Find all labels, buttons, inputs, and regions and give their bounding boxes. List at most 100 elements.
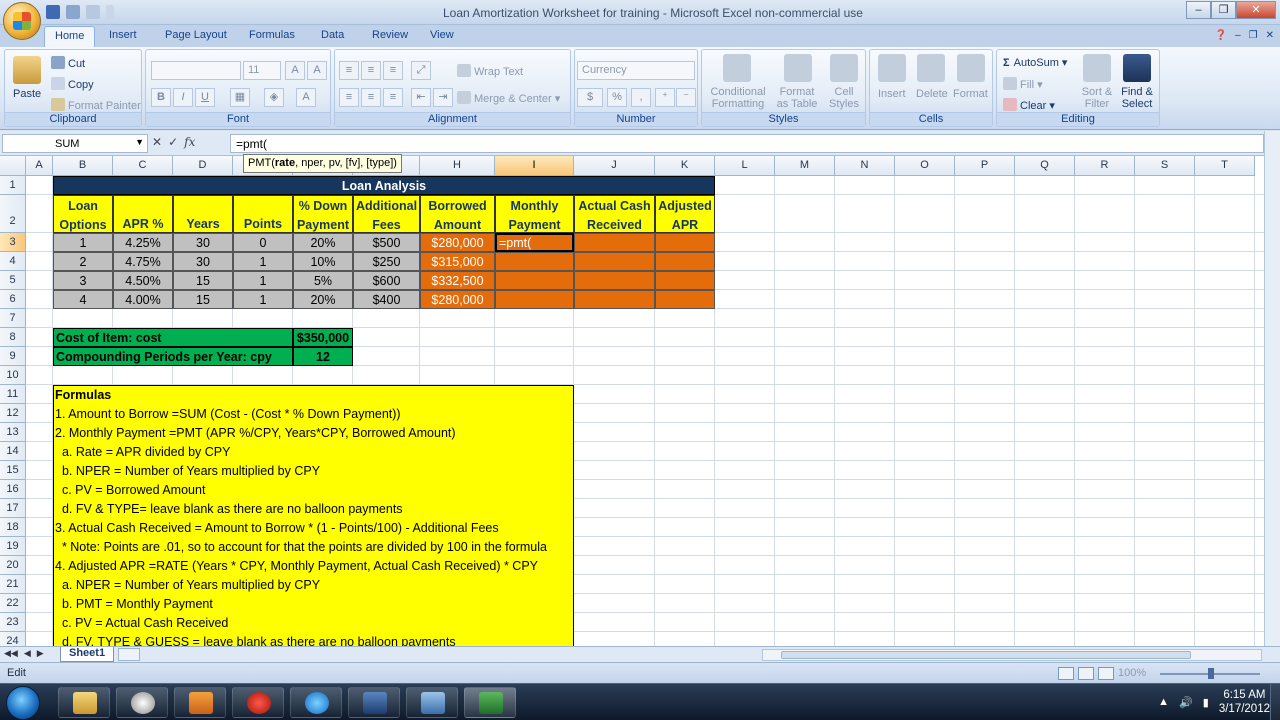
align-middle-button[interactable]: ≡	[361, 61, 381, 80]
network-tray-icon[interactable]: ▮	[1203, 696, 1209, 709]
align-left-button[interactable]: ≡	[339, 88, 359, 107]
fill-color-button[interactable]: ◈	[264, 88, 284, 107]
borders-button[interactable]: ▦	[230, 88, 250, 107]
conditional-formatting-button[interactable]: Conditional Formatting	[708, 86, 768, 110]
data-cell[interactable]: 4.00%	[113, 290, 173, 309]
row-header-14[interactable]: 14	[0, 442, 26, 461]
sheet-tab-sheet1[interactable]: Sheet1	[60, 647, 115, 662]
ribbon-minimize-icon[interactable]: –	[1235, 30, 1241, 41]
row-header-8[interactable]: 8	[0, 328, 26, 347]
enter-entry-icon[interactable]: ✓	[168, 135, 178, 149]
clock[interactable]: 6:15 AM 3/17/2012	[1219, 688, 1270, 716]
worksheet-grid[interactable]: ABCDEFGHIJKLMNOPQRST12345678910111213141…	[0, 156, 1264, 646]
ribbon-restore-icon[interactable]: ❐	[1249, 30, 1258, 41]
comma-button[interactable]: ,	[631, 88, 651, 107]
format-cells-button[interactable]: Format	[953, 88, 988, 100]
wrap-text-button[interactable]: Wrap Text	[457, 64, 523, 78]
format-as-table-icon[interactable]	[784, 54, 812, 82]
scroll-thumb[interactable]	[781, 651, 1191, 659]
taskbar-network[interactable]	[406, 687, 458, 718]
data-cell[interactable]: $280,000	[420, 290, 495, 309]
column-header-q[interactable]: Q	[1015, 156, 1075, 176]
data-cell[interactable]	[574, 271, 655, 290]
column-header-b[interactable]: B	[53, 156, 113, 176]
format-painter-button[interactable]: Format Painter	[51, 98, 141, 112]
italic-button[interactable]: I	[173, 88, 193, 107]
format-as-table-button[interactable]: Format as Table	[773, 86, 821, 110]
data-cell[interactable]: $250	[353, 252, 420, 271]
cancel-entry-icon[interactable]: ✕	[152, 135, 162, 149]
data-cell[interactable]: 15	[173, 271, 233, 290]
tab-page-layout[interactable]: Page Layout	[165, 29, 227, 41]
data-cell[interactable]	[655, 271, 715, 290]
data-cell[interactable]: 10%	[293, 252, 353, 271]
data-cell[interactable]	[495, 290, 574, 309]
align-bottom-button[interactable]: ≡	[383, 61, 403, 80]
data-cell[interactable]: 4	[53, 290, 113, 309]
tray-arrow-icon[interactable]: ▲	[1158, 696, 1169, 708]
row-header-3[interactable]: 3	[0, 233, 26, 252]
font-size-combo[interactable]: 11	[243, 61, 281, 80]
page-break-view-icon[interactable]	[1098, 667, 1114, 680]
format-cells-icon[interactable]	[957, 54, 985, 82]
row-header-15[interactable]: 15	[0, 461, 26, 480]
taskbar-explorer[interactable]	[58, 687, 110, 718]
column-header-j[interactable]: J	[574, 156, 655, 176]
shrink-font-button[interactable]: A	[307, 61, 327, 80]
insert-sheet-icon[interactable]	[118, 648, 140, 661]
zoom-level[interactable]: 100%	[1118, 667, 1146, 679]
first-sheet-icon[interactable]: ◀◀	[4, 648, 18, 659]
data-cell[interactable]: 20%	[293, 233, 353, 252]
delete-cells-button[interactable]: Delete	[916, 88, 948, 100]
row-header-18[interactable]: 18	[0, 518, 26, 537]
fill-button[interactable]: Fill ▾	[1003, 77, 1043, 91]
start-button[interactable]	[6, 686, 40, 720]
tab-insert[interactable]: Insert	[109, 29, 137, 41]
column-header-t[interactable]: T	[1195, 156, 1255, 176]
tab-data[interactable]: Data	[321, 29, 344, 41]
next-sheet-icon[interactable]: ▶	[37, 648, 44, 659]
paste-button[interactable]: Paste	[13, 88, 41, 100]
data-cell[interactable]: 1	[233, 271, 293, 290]
increase-decimal-button[interactable]: ⁺	[655, 88, 675, 107]
normal-view-icon[interactable]	[1058, 667, 1074, 680]
cut-button[interactable]: Cut	[51, 56, 85, 70]
data-cell[interactable]: 5%	[293, 271, 353, 290]
sort-filter-button[interactable]: Sort & Filter	[1079, 86, 1115, 110]
row-header-17[interactable]: 17	[0, 499, 26, 518]
volume-icon[interactable]: 🔊	[1179, 696, 1193, 709]
minimize-button[interactable]: –	[1186, 1, 1211, 19]
data-cell[interactable]	[574, 252, 655, 271]
save-icon[interactable]	[46, 5, 60, 19]
data-cell[interactable]: $332,500	[420, 271, 495, 290]
row-header-23[interactable]: 23	[0, 613, 26, 632]
align-center-button[interactable]: ≡	[361, 88, 381, 107]
conditional-formatting-icon[interactable]	[723, 54, 751, 82]
column-header-p[interactable]: P	[955, 156, 1015, 176]
row-header-21[interactable]: 21	[0, 575, 26, 594]
binoculars-icon[interactable]	[1123, 54, 1151, 82]
data-cell[interactable]	[495, 271, 574, 290]
delete-cells-icon[interactable]	[917, 54, 945, 82]
cell-styles-icon[interactable]	[830, 54, 858, 82]
data-cell[interactable]: 4.50%	[113, 271, 173, 290]
insert-function-icon[interactable]: fx	[184, 135, 195, 149]
undo-icon[interactable]	[66, 5, 80, 19]
data-cell[interactable]: 4.75%	[113, 252, 173, 271]
row-header-20[interactable]: 20	[0, 556, 26, 575]
customize-qat-icon[interactable]	[106, 5, 114, 19]
number-format-combo[interactable]: Currency	[577, 61, 695, 80]
column-header-r[interactable]: R	[1075, 156, 1135, 176]
sheet-nav-buttons[interactable]: ◀◀ ◀ ▶	[4, 648, 44, 659]
data-cell[interactable]: $280,000	[420, 233, 495, 252]
page-layout-view-icon[interactable]	[1078, 667, 1094, 680]
row-header-7[interactable]: 7	[0, 309, 26, 328]
data-cell[interactable]	[495, 252, 574, 271]
clear-button[interactable]: Clear ▾	[1003, 98, 1055, 112]
currency-button[interactable]: $	[577, 88, 603, 107]
taskbar-pin[interactable]	[232, 687, 284, 718]
column-header-d[interactable]: D	[173, 156, 233, 176]
data-cell[interactable]: $400	[353, 290, 420, 309]
column-header-o[interactable]: O	[895, 156, 955, 176]
data-cell[interactable]: 0	[233, 233, 293, 252]
